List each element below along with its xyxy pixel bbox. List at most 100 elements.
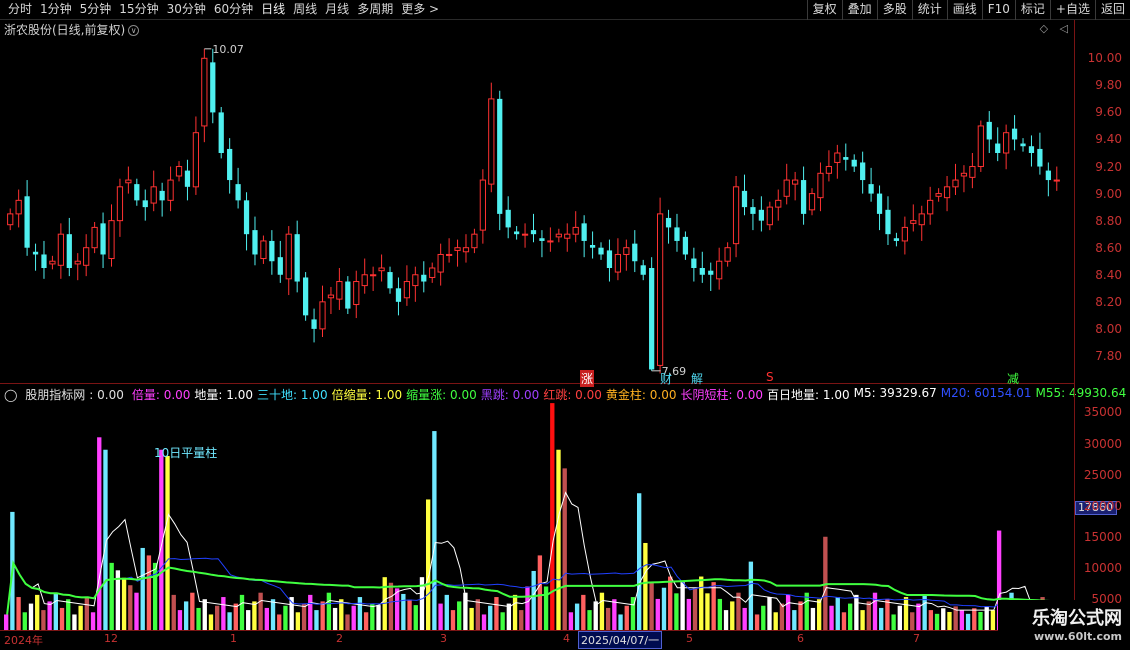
price-tick: 9.20: [1095, 159, 1122, 174]
volume-bar: [97, 437, 102, 630]
volume-bar: [792, 610, 797, 630]
candle: [479, 169, 486, 244]
volume-bar: [773, 612, 778, 630]
candle: [665, 209, 672, 244]
candle: [201, 48, 208, 143]
volume-bar: [754, 614, 760, 630]
period-tab[interactable]: 60分钟: [210, 0, 257, 20]
candle: [825, 150, 833, 182]
toolbar-buttons: 复权 叠加 多股 统计 画线 F10 标记 +自选 返回: [806, 0, 1130, 20]
candle: [530, 213, 537, 243]
toolbar-button[interactable]: +自选: [1049, 0, 1095, 20]
period-tab[interactable]: 30分钟: [163, 0, 210, 20]
candle: [708, 262, 714, 291]
candle: [150, 170, 157, 212]
candle: [589, 231, 596, 259]
volume-bar: [816, 599, 822, 630]
volume-chart[interactable]: 10日平量柱: [0, 400, 1074, 630]
volume-bar: [233, 603, 238, 630]
volume-bar: [339, 599, 344, 630]
volume-bar: [990, 610, 996, 630]
candle: [632, 230, 638, 273]
volume-bar: [109, 562, 114, 630]
volume-bar: [730, 601, 735, 630]
toolbar-button[interactable]: 统计: [911, 0, 947, 20]
candle: [640, 259, 646, 281]
volume-bar: [500, 612, 505, 630]
chevron-down-icon[interactable]: ∨: [128, 25, 140, 36]
event-marker[interactable]: 涨: [580, 370, 595, 387]
volume-bar: [941, 608, 946, 630]
candlestick-chart[interactable]: 10.077.69: [0, 38, 1074, 383]
volume-bar: [258, 592, 263, 630]
stock-name-label[interactable]: 浙农股份(日线,前复权): [4, 23, 125, 37]
candle: [175, 161, 183, 182]
candle: [969, 153, 976, 189]
volume-bar: [326, 592, 332, 630]
volume-bar: [736, 592, 741, 630]
candle: [412, 266, 419, 302]
event-marker[interactable]: 解: [691, 370, 703, 387]
price-tick: 7.80: [1095, 348, 1122, 363]
event-marker[interactable]: S: [766, 370, 774, 384]
toolbar-button[interactable]: 返回: [1094, 0, 1130, 20]
toolbar-button[interactable]: 复权: [806, 0, 842, 20]
volume-bar: [308, 594, 313, 630]
candle: [614, 238, 622, 281]
toolbar-button[interactable]: 画线: [946, 0, 982, 20]
candle: [766, 201, 773, 231]
event-marker[interactable]: 减: [1007, 370, 1019, 387]
volume-bar: [872, 592, 878, 630]
panel-controls[interactable]: ◇ ◁: [1040, 22, 1072, 35]
toolbar-button[interactable]: 多股: [876, 0, 912, 20]
volume-bar: [264, 607, 269, 630]
candle: [387, 266, 393, 294]
volume-bar: [208, 614, 214, 630]
candle: [868, 167, 874, 202]
candle: [497, 90, 503, 231]
candle: [817, 162, 824, 212]
period-tab[interactable]: 更多 >: [397, 0, 443, 20]
candle: [403, 265, 411, 306]
candle: [623, 239, 630, 271]
candle: [15, 189, 22, 228]
period-tab[interactable]: 周线: [289, 0, 321, 20]
volume-bar: [705, 593, 710, 630]
period-tab[interactable]: 日线: [257, 0, 289, 20]
candle: [986, 111, 992, 153]
toolbar-button[interactable]: F10: [981, 0, 1015, 20]
volume-bar: [444, 594, 449, 630]
period-tab[interactable]: 1分钟: [36, 0, 76, 20]
toolbar-button[interactable]: 标记: [1014, 0, 1050, 20]
candle: [910, 204, 917, 232]
candle: [488, 82, 495, 193]
volume-bar: [568, 612, 574, 630]
candle: [218, 107, 224, 159]
volume-bar: [146, 555, 152, 630]
volume-bar: [314, 610, 319, 630]
candle: [674, 213, 680, 252]
volume-bar: [686, 598, 691, 630]
volume-bar: [196, 607, 201, 630]
date-tick: 1: [230, 632, 237, 645]
toolbar-button[interactable]: 叠加: [841, 0, 877, 20]
period-tab[interactable]: 15分钟: [115, 0, 162, 20]
volume-bar: [90, 612, 96, 630]
event-marker[interactable]: 财: [660, 370, 672, 387]
period-tab[interactable]: 5分钟: [76, 0, 116, 20]
volume-bar: [674, 593, 679, 630]
volume-bar: [649, 582, 654, 630]
volume-tick: 35000: [1083, 405, 1122, 420]
candle: [260, 235, 267, 264]
volume-bar: [556, 449, 561, 630]
period-tab[interactable]: 月线: [321, 0, 353, 20]
panel-divider[interactable]: [0, 383, 1074, 384]
volume-bar: [525, 586, 530, 630]
volume-bar: [283, 605, 288, 630]
volume-bar: [413, 605, 418, 630]
volume-bar: [190, 592, 195, 630]
price-tick: 8.40: [1095, 267, 1122, 282]
period-tab[interactable]: 多周期: [353, 0, 397, 20]
period-tab[interactable]: 分时: [4, 0, 36, 20]
volume-bar: [761, 605, 766, 630]
